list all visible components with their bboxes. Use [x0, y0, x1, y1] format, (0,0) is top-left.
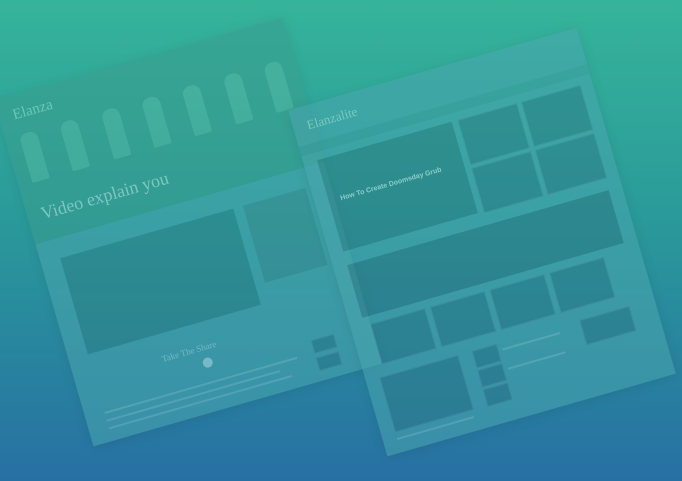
- carousel-thumb: [489, 274, 556, 331]
- carousel-thumb: [549, 256, 616, 314]
- sidebar-ad: [579, 305, 637, 346]
- hero-figure-6: [222, 71, 254, 125]
- website-mockup-right: Elanzalite How To Create Doomsday Grub: [288, 27, 676, 457]
- site-brand: Elanza: [10, 96, 55, 124]
- hero-figure-3: [100, 106, 132, 160]
- carousel-thumb: [370, 308, 437, 365]
- hero-figure-1: [18, 129, 50, 183]
- text-line: [507, 351, 566, 370]
- text-line: [502, 332, 561, 351]
- hero-figure-5: [181, 83, 213, 137]
- author-avatar: [201, 356, 214, 369]
- carousel-thumb: [429, 291, 497, 348]
- hero-figure-2: [59, 118, 91, 172]
- text-line: [106, 370, 281, 422]
- site-brand: Elanzalite: [304, 103, 360, 133]
- hero-figure-7: [262, 59, 294, 113]
- featured-video-thumbnail: [60, 208, 261, 355]
- sidebar-thumb: [315, 351, 343, 372]
- text-line: [104, 356, 298, 414]
- sidebar-thumb: [310, 333, 338, 354]
- hero-figure-4: [140, 94, 172, 148]
